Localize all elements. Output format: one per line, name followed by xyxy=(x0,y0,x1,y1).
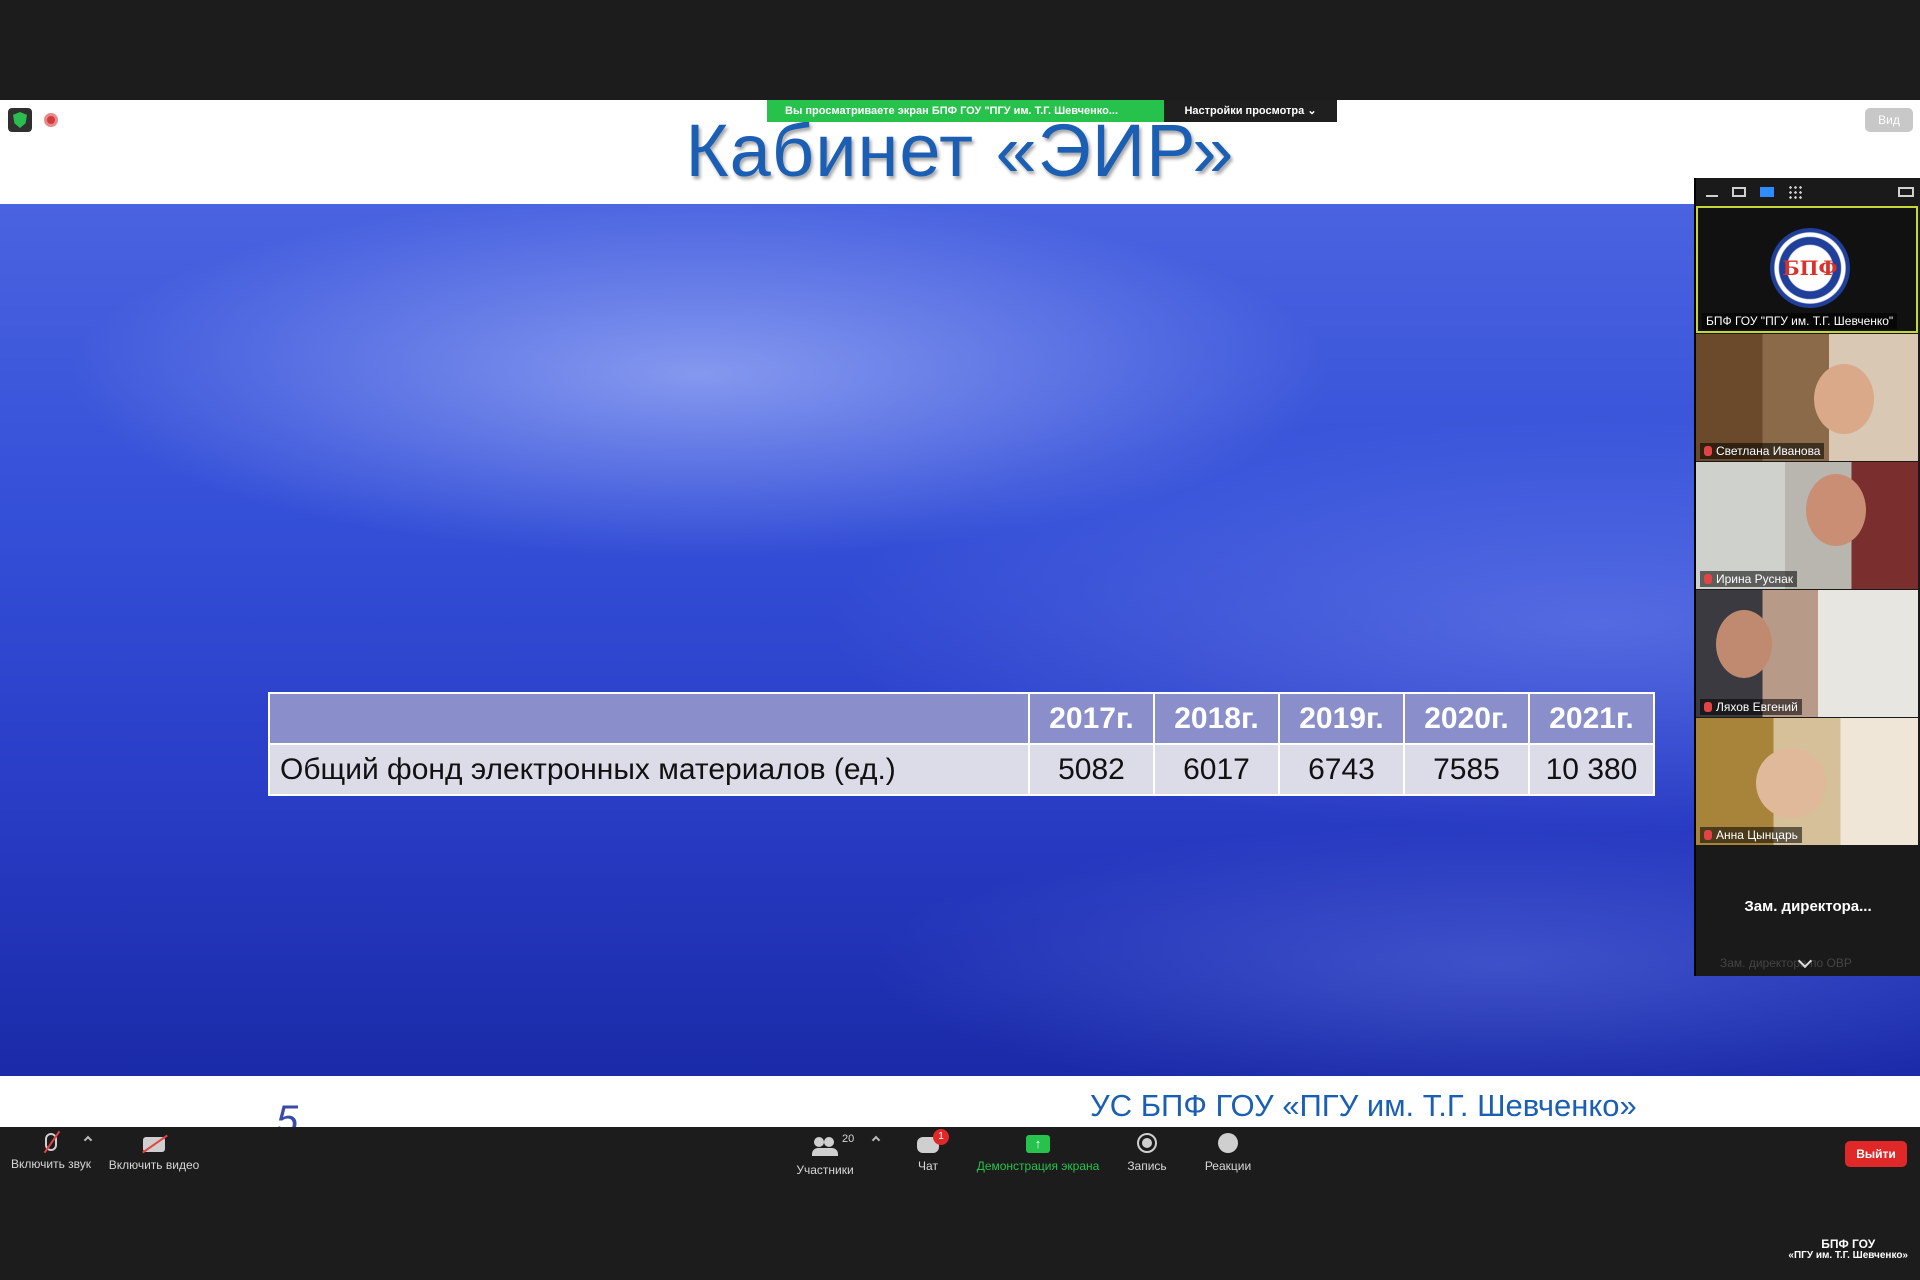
table-row: Общий фонд электронных материалов (ед.) … xyxy=(268,743,1655,796)
participants-button[interactable]: 20 Участники xyxy=(790,1127,860,1207)
muted-mic-icon xyxy=(1704,702,1712,712)
table-header-cell: 2020г. xyxy=(1403,692,1530,745)
table-cell: 6743 xyxy=(1278,743,1405,796)
muted-mic-icon xyxy=(1704,446,1712,456)
table-header-cell: 2021г. xyxy=(1528,692,1655,745)
participant-tile-text[interactable]: Зам. директора... xyxy=(1696,846,1920,966)
participants-panel: БПФ БПФ ГОУ "ПГУ им. Т.Г. Шевченко" Свет… xyxy=(1694,178,1920,976)
table-cell: 7585 xyxy=(1403,743,1530,796)
security-shield-icon[interactable] xyxy=(8,108,32,132)
participant-name: Анна Цынцарь xyxy=(1700,827,1802,843)
participant-name: Ирина Руснак xyxy=(1700,571,1798,587)
participants-icon: 20 xyxy=(812,1133,854,1157)
participant-video xyxy=(1806,474,1866,546)
minimize-icon[interactable] xyxy=(1706,195,1718,197)
zoom-window: Кабинет «ЭИР» 2017г. 2018г. 2019г. 2020г… xyxy=(0,0,1920,1280)
table-header-cell: 2019г. xyxy=(1278,692,1405,745)
slide-page-number: 5 xyxy=(276,1100,299,1127)
participant-tile[interactable]: Ляхов Евгений xyxy=(1696,590,1918,717)
watermark-line1: БПФ ГОУ xyxy=(1821,1237,1876,1251)
leave-button[interactable]: Выйти xyxy=(1845,1141,1907,1167)
share-banner-message: Вы просматриваете экран БПФ ГОУ "ПГУ им.… xyxy=(767,100,1164,122)
view-button[interactable]: Вид xyxy=(1865,108,1913,132)
participant-tile[interactable]: Ирина Руснак xyxy=(1696,462,1918,589)
watermark-line2: «ПГУ им. Т.Г. Шевченко» xyxy=(1788,1250,1908,1261)
watermark: БПФ ГОУ «ПГУ им. Т.Г. Шевченко» xyxy=(1788,1238,1908,1262)
start-video-label: Включить видео xyxy=(108,1158,200,1172)
bottom-bar xyxy=(0,1207,1920,1280)
share-screen-label: Демонстрация экрана xyxy=(976,1159,1100,1173)
eir-table: 2017г. 2018г. 2019г. 2020г. 2021г. Общий… xyxy=(268,692,1655,796)
organization-logo-icon: БПФ xyxy=(1770,228,1850,308)
panel-toolbar xyxy=(1696,178,1920,206)
participant-tile[interactable]: Светлана Иванова xyxy=(1696,334,1918,461)
table-header-cell: 2017г. xyxy=(1028,692,1155,745)
participant-tile-host[interactable]: БПФ БПФ ГОУ "ПГУ им. Т.Г. Шевченко" xyxy=(1696,206,1918,333)
reactions-label: Реакции xyxy=(1204,1159,1252,1173)
record-icon xyxy=(1137,1133,1157,1153)
table-cell: 6017 xyxy=(1153,743,1280,796)
participants-count: 20 xyxy=(842,1133,855,1145)
video-off-icon xyxy=(143,1137,165,1152)
start-video-button[interactable]: Включить видео xyxy=(108,1127,200,1207)
unmute-label: Включить звук xyxy=(10,1157,92,1171)
table-header-cell: 2018г. xyxy=(1153,692,1280,745)
chevron-up-icon[interactable] xyxy=(871,1135,881,1145)
participant-tile[interactable]: Анна Цынцарь xyxy=(1696,718,1918,845)
grid-view-icon[interactable] xyxy=(1788,185,1802,199)
side-by-side-icon[interactable] xyxy=(1898,187,1914,197)
muted-mic-icon xyxy=(1704,574,1712,584)
participant-video xyxy=(1716,610,1772,678)
share-screen-icon: ↑ xyxy=(1026,1135,1050,1153)
table-header-cell xyxy=(268,692,1030,745)
chat-label: Чат xyxy=(918,1159,938,1173)
record-label: Запись xyxy=(1127,1159,1167,1173)
meeting-toolbar: Включить звук Включить видео 20 Участник… xyxy=(0,1127,1920,1207)
table-cell: 5082 xyxy=(1028,743,1155,796)
share-screen-button[interactable]: ↑ Демонстрация экрана xyxy=(972,1127,1104,1207)
table-row-label: Общий фонд электронных материалов (ед.) xyxy=(268,743,1030,796)
participant-video xyxy=(1814,364,1874,434)
recording-indicator-icon xyxy=(44,113,58,127)
share-banner: Вы просматриваете экран БПФ ГОУ "ПГУ им.… xyxy=(767,100,1337,122)
slide-background: 2017г. 2018г. 2019г. 2020г. 2021г. Общий… xyxy=(0,204,1920,1076)
participants-label: Участники xyxy=(796,1163,854,1177)
chat-badge: 1 xyxy=(933,1129,949,1145)
chat-icon: 1 xyxy=(917,1129,949,1153)
slide-footer: УС БПФ ГОУ «ПГУ им. Т.Г. Шевченко» xyxy=(1090,1088,1637,1123)
top-bar xyxy=(0,0,1920,100)
table-cell: 10 380 xyxy=(1528,743,1655,796)
reactions-button[interactable]: Реакции xyxy=(1198,1127,1258,1207)
unmute-button[interactable]: Включить звук xyxy=(8,1127,94,1207)
chat-button[interactable]: 1 Чат xyxy=(905,1127,951,1207)
table-header-row: 2017г. 2018г. 2019г. 2020г. 2021г. xyxy=(268,692,1655,745)
view-options-button[interactable]: Настройки просмотра ⌄ xyxy=(1164,100,1337,122)
shared-screen: Кабинет «ЭИР» 2017г. 2018г. 2019г. 2020г… xyxy=(0,100,1920,1127)
participant-name: БПФ ГОУ "ПГУ им. Т.Г. Шевченко" xyxy=(1702,313,1898,329)
participant-video xyxy=(1756,748,1826,818)
single-view-icon[interactable] xyxy=(1732,187,1746,197)
participant-name: Ляхов Евгений xyxy=(1700,699,1802,715)
record-button[interactable]: Запись xyxy=(1118,1127,1176,1207)
reactions-icon xyxy=(1218,1133,1238,1153)
muted-microphone-icon xyxy=(45,1133,57,1151)
muted-mic-icon xyxy=(1704,830,1712,840)
strip-view-icon[interactable] xyxy=(1760,187,1774,197)
participant-name: Светлана Иванова xyxy=(1700,443,1825,459)
